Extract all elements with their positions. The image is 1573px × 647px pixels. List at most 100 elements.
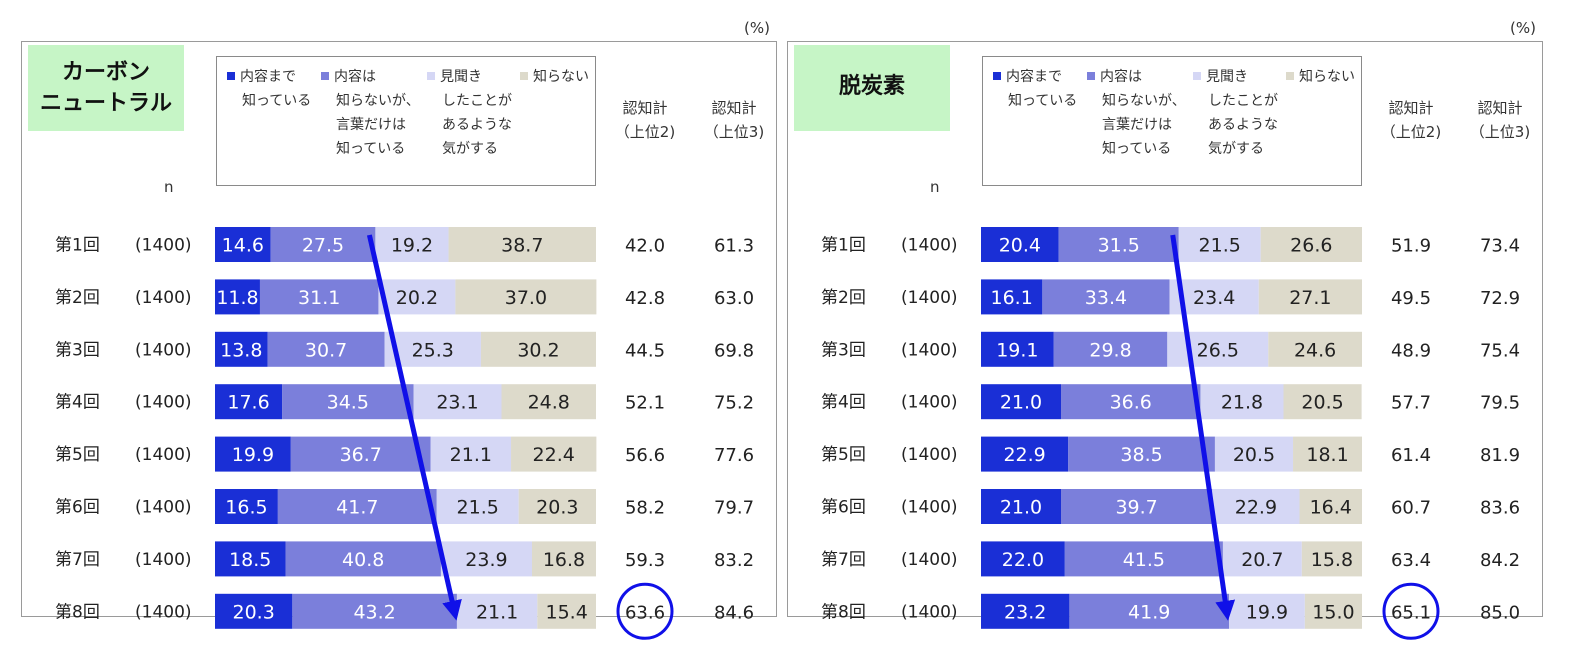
row-label: 第4回 <box>821 393 866 413</box>
top3-value: 77.6 <box>714 445 754 466</box>
top2-value: 51.9 <box>1391 236 1431 257</box>
data-label-unknown: 38.7 <box>501 235 543 257</box>
data-label-know-word: 40.8 <box>342 549 384 571</box>
row-label: 第7回 <box>821 550 866 570</box>
data-label-know-word: 29.8 <box>1089 339 1131 361</box>
data-label-know-word: 34.5 <box>327 392 369 414</box>
data-label-know-content: 20.3 <box>233 601 275 623</box>
data-label-know-content: 22.0 <box>1002 549 1044 571</box>
data-label-heard: 21.8 <box>1221 392 1263 414</box>
data-label-know-content: 18.5 <box>229 549 271 571</box>
top2-value: 49.5 <box>1391 288 1431 309</box>
top3-value: 79.5 <box>1480 393 1520 414</box>
data-label-unknown: 27.1 <box>1289 287 1331 309</box>
chart-panel-carbon-neutral: カーボン ニュートラル 内容まで 知っている 内容は 知らないが、 言葉だけは … <box>21 41 777 640</box>
data-label-heard: 19.9 <box>1246 601 1288 623</box>
top3-value: 79.7 <box>714 498 754 519</box>
top2-value: 59.3 <box>625 550 665 571</box>
top3-value: 84.2 <box>1480 550 1520 571</box>
row-n-label: (1400) <box>901 236 958 256</box>
data-label-know-content: 16.1 <box>991 287 1033 309</box>
top2-value: 61.4 <box>1391 445 1431 466</box>
data-label-know-word: 36.6 <box>1110 392 1152 414</box>
data-label-know-content: 21.0 <box>1000 392 1042 414</box>
data-label-unknown: 15.8 <box>1311 549 1353 571</box>
row-n-label: (1400) <box>901 602 958 622</box>
top3-value: 75.2 <box>714 393 754 414</box>
data-label-know-word: 30.7 <box>305 339 347 361</box>
data-label-know-content: 13.8 <box>220 339 262 361</box>
data-label-heard: 20.2 <box>396 287 438 309</box>
data-label-know-word: 43.2 <box>353 601 395 623</box>
top2-value: 65.1 <box>1391 602 1431 623</box>
top2-value: 42.8 <box>625 288 665 309</box>
row-label: 第5回 <box>821 445 866 465</box>
data-label-unknown: 24.8 <box>528 392 570 414</box>
top3-value: 83.2 <box>714 550 754 571</box>
data-label-know-word: 36.7 <box>340 444 382 466</box>
top2-value: 63.4 <box>1391 550 1431 571</box>
top2-value: 58.2 <box>625 498 665 519</box>
data-label-heard: 26.5 <box>1197 339 1239 361</box>
row-n-label: (1400) <box>901 393 958 413</box>
row-label: 第3回 <box>821 340 866 360</box>
row-label: 第1回 <box>55 236 100 256</box>
data-label-know-word: 39.7 <box>1115 497 1157 519</box>
data-label-heard: 20.5 <box>1233 444 1275 466</box>
unit-label-left: (%) <box>744 19 770 37</box>
data-label-know-word: 38.5 <box>1120 444 1162 466</box>
top2-value: 42.0 <box>625 236 665 257</box>
data-label-know-content: 11.8 <box>216 287 258 309</box>
data-label-know-content: 22.9 <box>1003 444 1045 466</box>
data-label-know-content: 20.4 <box>999 235 1041 257</box>
data-label-heard: 21.1 <box>450 444 492 466</box>
data-label-know-word: 27.5 <box>302 235 344 257</box>
stacked-bar-plot-decarbonization: 第1回 (1400) 20.4 31.5 21.5 26.6 51.9 73.4 第2回 (140… <box>821 227 1520 640</box>
data-label-heard: 21.5 <box>457 497 499 519</box>
top2-value: 52.1 <box>625 393 665 414</box>
data-label-unknown: 15.4 <box>546 601 588 623</box>
row-label: 第3回 <box>55 340 100 360</box>
data-label-know-word: 31.5 <box>1098 235 1140 257</box>
data-label-heard: 25.3 <box>412 339 454 361</box>
data-label-unknown: 15.0 <box>1312 601 1354 623</box>
row-n-label: (1400) <box>135 445 192 465</box>
data-label-heard: 19.2 <box>391 235 433 257</box>
data-label-heard: 23.1 <box>436 392 478 414</box>
row-label: 第8回 <box>821 602 866 622</box>
data-label-know-word: 41.9 <box>1128 601 1170 623</box>
row-label: 第6回 <box>55 498 100 518</box>
data-label-know-word: 41.7 <box>336 497 378 519</box>
row-n-label: (1400) <box>901 445 958 465</box>
top3-value: 72.9 <box>1480 288 1520 309</box>
data-label-unknown: 26.6 <box>1290 235 1332 257</box>
top3-value: 84.6 <box>714 602 754 623</box>
data-label-unknown: 18.1 <box>1306 444 1348 466</box>
top2-value: 44.5 <box>625 340 665 361</box>
row-label: 第1回 <box>821 236 866 256</box>
data-label-know-word: 41.5 <box>1123 549 1165 571</box>
row-n-label: (1400) <box>901 340 958 360</box>
data-label-heard: 23.4 <box>1193 287 1235 309</box>
top3-value: 81.9 <box>1480 445 1520 466</box>
row-n-label: (1400) <box>135 340 192 360</box>
data-label-know-word: 31.1 <box>298 287 340 309</box>
row-label: 第6回 <box>821 498 866 518</box>
data-label-heard: 23.9 <box>465 549 507 571</box>
top3-value: 83.6 <box>1480 498 1520 519</box>
row-n-label: (1400) <box>901 550 958 570</box>
row-label: 第2回 <box>55 288 100 308</box>
data-label-heard: 21.5 <box>1199 235 1241 257</box>
data-label-know-content: 23.2 <box>1004 601 1046 623</box>
row-n-label: (1400) <box>135 602 192 622</box>
top2-value: 57.7 <box>1391 393 1431 414</box>
data-label-heard: 20.7 <box>1241 549 1283 571</box>
data-label-unknown: 20.5 <box>1301 392 1343 414</box>
top2-value: 48.9 <box>1391 340 1431 361</box>
row-label: 第5回 <box>55 445 100 465</box>
chart-panel-decarbonization: 脱炭素 内容まで 知っている 内容は 知らないが、 言葉だけは 知っている 見聞… <box>787 41 1543 640</box>
row-n-label: (1400) <box>135 550 192 570</box>
top3-value: 85.0 <box>1480 602 1520 623</box>
data-label-unknown: 20.3 <box>536 497 578 519</box>
stacked-bar-plot-carbon-neutral: 第1回 (1400) 14.6 27.5 19.2 38.7 42.0 61.3 第2回 (140… <box>55 227 754 640</box>
